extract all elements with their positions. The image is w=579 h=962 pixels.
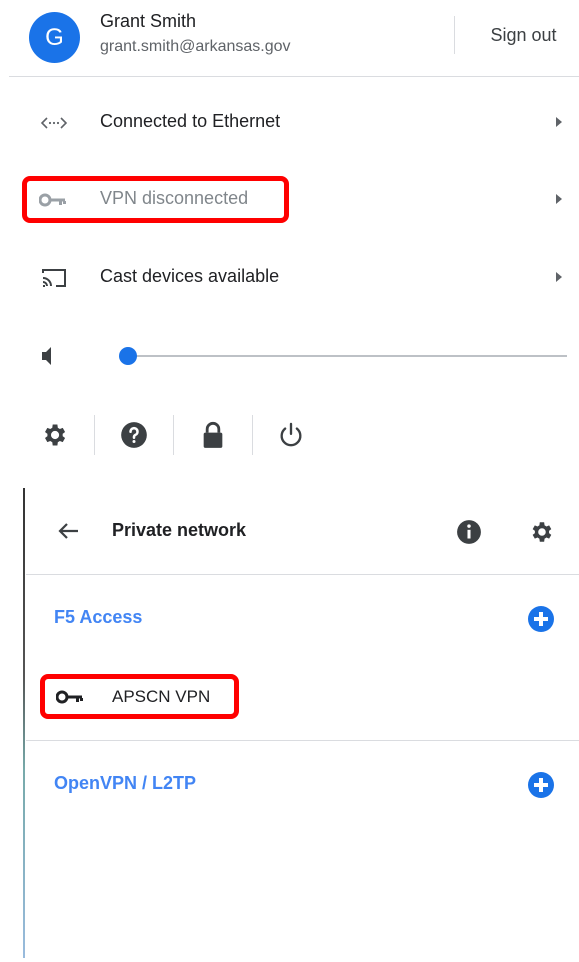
add-connection-button[interactable] bbox=[528, 772, 554, 798]
user-name: Grant Smith bbox=[100, 11, 197, 31]
section-label-f5-access: F5 Access bbox=[54, 607, 143, 627]
lock-icon[interactable] bbox=[196, 418, 230, 452]
toolbar-divider bbox=[94, 415, 95, 455]
gear-icon[interactable] bbox=[37, 418, 71, 452]
cast-row[interactable]: Cast devices available bbox=[0, 252, 579, 304]
help-icon[interactable] bbox=[117, 418, 151, 452]
section-separator bbox=[26, 740, 579, 741]
volume-slider-track[interactable] bbox=[130, 355, 567, 357]
volume-slider-handle[interactable] bbox=[119, 347, 137, 365]
avatar: G bbox=[29, 12, 80, 63]
cast-icon bbox=[36, 266, 72, 290]
chevron-right-icon bbox=[556, 194, 562, 204]
network-row[interactable]: Connected to Ethernet bbox=[0, 97, 579, 149]
highlight-box-vpn bbox=[22, 176, 289, 223]
cast-status-label: Cast devices available bbox=[100, 266, 280, 286]
toolbar-divider bbox=[173, 415, 174, 455]
volume-icon[interactable] bbox=[40, 346, 56, 371]
info-icon[interactable] bbox=[456, 519, 482, 550]
power-icon[interactable] bbox=[274, 418, 308, 452]
section-label-openvpn-l2tp: OpenVPN / L2TP bbox=[54, 773, 197, 793]
private-network-title: Private network bbox=[112, 520, 247, 540]
add-connection-button[interactable] bbox=[528, 606, 554, 632]
chevron-right-icon bbox=[556, 272, 562, 282]
header-separator bbox=[9, 76, 579, 77]
gear-icon[interactable] bbox=[528, 519, 554, 550]
toolbar-divider bbox=[252, 415, 253, 455]
ethernet-icon bbox=[36, 111, 72, 135]
header-divider bbox=[454, 16, 455, 54]
user-email: grant.smith@arkansas.gov bbox=[100, 38, 291, 55]
chevron-right-icon bbox=[556, 117, 562, 127]
highlight-box-vpn-item bbox=[40, 674, 239, 719]
sign-out-button[interactable]: Sign out bbox=[472, 10, 575, 60]
title-separator bbox=[26, 574, 579, 575]
panel-edge bbox=[23, 488, 25, 958]
back-arrow-icon[interactable] bbox=[56, 521, 80, 546]
network-status-label: Connected to Ethernet bbox=[100, 111, 281, 131]
